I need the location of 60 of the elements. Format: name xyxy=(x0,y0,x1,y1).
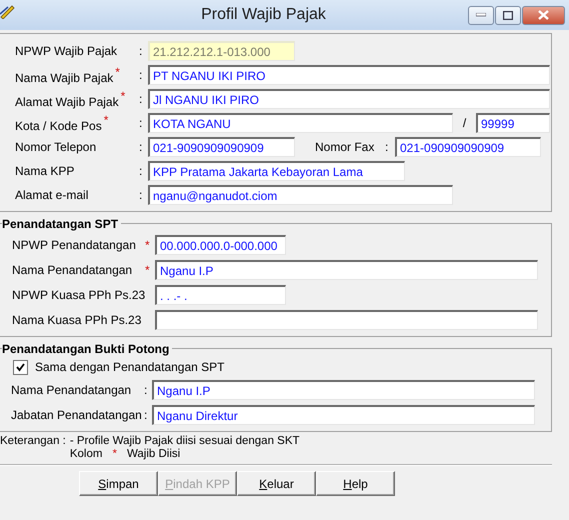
colon-separator: : xyxy=(385,140,390,154)
colon-separator: : xyxy=(139,116,144,130)
field-label: Nama Penandatangan xyxy=(11,263,134,277)
text-field[interactable]: 21.212.212.1-013.000 xyxy=(148,41,295,61)
field-label: Nama Penandatangan xyxy=(10,383,132,397)
window-title: Profil Wajib Pajak xyxy=(200,6,327,24)
colon-separator: : xyxy=(139,140,144,154)
maximize-icon xyxy=(503,10,513,20)
text-field[interactable]: KOTA NGANU xyxy=(148,113,453,133)
action-button[interactable]: Help xyxy=(316,471,395,496)
action-button[interactable]: Simpan xyxy=(79,471,158,496)
minimize-button[interactable] xyxy=(468,6,494,24)
slash-separator: / xyxy=(462,116,468,130)
text-field[interactable]: Jl NGANU IKI PIRO xyxy=(148,89,550,109)
text-field[interactable]: 021-090909090909 xyxy=(395,137,541,157)
pencil-icon xyxy=(0,3,16,19)
action-button[interactable]: Keluar xyxy=(237,471,316,496)
text-field[interactable]: 021-9090909090909 xyxy=(148,137,295,157)
field-label: Nama Kuasa PPh Ps.23 xyxy=(11,313,142,327)
text-field[interactable]: PT NGANU IKI PIRO xyxy=(148,65,550,85)
field-label: Nomor Telepon xyxy=(14,140,98,154)
text-field[interactable]: Nganu I.P xyxy=(152,380,535,400)
colon-separator: : xyxy=(139,164,144,178)
text-field[interactable] xyxy=(155,310,538,330)
maximize-button[interactable] xyxy=(495,6,521,24)
minimize-icon xyxy=(476,13,486,17)
colon-separator: : xyxy=(144,383,148,397)
field-label: NPWP Penandatangan xyxy=(11,238,137,252)
note-text: Kolom xyxy=(70,448,102,461)
field-label: NPWP Kuasa PPh Ps.23 xyxy=(11,288,145,302)
colon-separator: : xyxy=(139,44,144,58)
required-mark: * xyxy=(145,238,151,252)
field-label: Nama KPP xyxy=(14,164,76,178)
same-as-spt-checkbox[interactable]: Sama dengan Penandatangan SPT xyxy=(13,358,551,376)
text-field[interactable]: KPP Pratama Jakarta Kebayoran Lama xyxy=(148,161,405,181)
section-title: Penandatangan SPT xyxy=(2,217,122,231)
colon-separator: : xyxy=(139,92,144,106)
text-field[interactable]: . . .- . xyxy=(155,285,286,305)
required-mark: * xyxy=(112,448,117,461)
colon-separator: : xyxy=(139,68,144,82)
notes-heading: Keterangan : xyxy=(0,435,66,448)
field-label: NPWP Wajib Pajak xyxy=(14,44,118,58)
text-field[interactable]: 99999 xyxy=(476,113,550,133)
field-label: Jabatan Penandatangan xyxy=(10,408,143,422)
note-text: - Profile Wajib Pajak diisi sesuai dengan SKT xyxy=(70,435,300,448)
section-title: Penandatangan Bukti Potong xyxy=(2,342,172,356)
checkbox[interactable] xyxy=(13,360,28,374)
close-button[interactable] xyxy=(522,6,565,24)
field-label: Nomor Fax xyxy=(314,140,376,154)
field-label: Alamat e-mail xyxy=(14,188,90,202)
checkmark-icon xyxy=(16,362,25,372)
text-field[interactable]: nganu@nganudot.ciom xyxy=(148,185,453,205)
text-field[interactable]: 00.000.000.0-000.000 xyxy=(155,235,286,255)
required-mark: * xyxy=(145,263,151,277)
text-field[interactable]: Nganu I.P xyxy=(155,260,538,280)
close-icon xyxy=(538,10,549,20)
colon-separator: : xyxy=(139,188,144,202)
note-text: Wajib Diisi xyxy=(126,448,180,461)
text-field[interactable]: Nganu Direktur xyxy=(152,405,535,425)
colon-separator: : xyxy=(144,408,148,422)
